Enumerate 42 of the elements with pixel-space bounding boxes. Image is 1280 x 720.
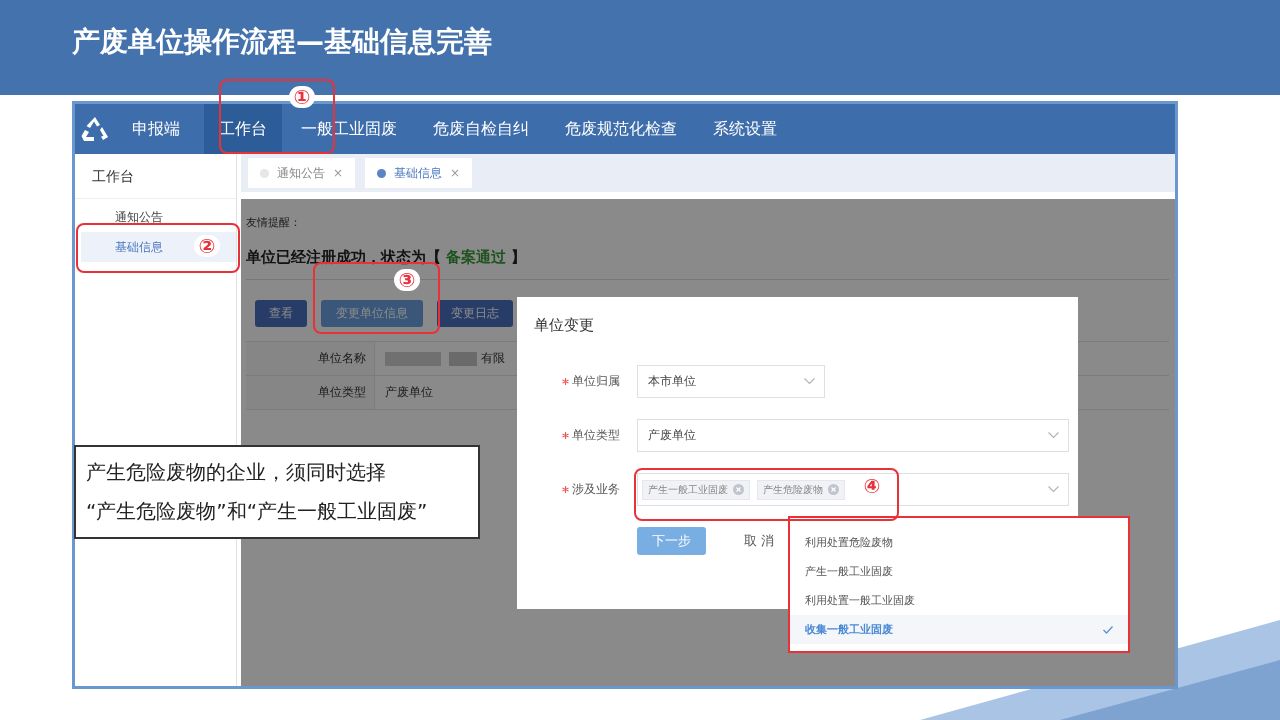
dialog-title: 单位变更	[533, 316, 595, 335]
action-button[interactable]: 变更日志	[437, 300, 513, 327]
tab-label[interactable]: 通知公告	[277, 164, 325, 182]
nav-tab[interactable]: 系统设置	[696, 104, 794, 154]
sidebar-item[interactable]: 通知公告	[81, 202, 236, 232]
table-cell: 有限	[481, 350, 505, 367]
reminder-label: 友情提醒：	[246, 215, 302, 230]
slide-title: 产废单位操作流程—基础信息完善	[72, 23, 492, 60]
remove-icon	[828, 484, 839, 495]
tag-label: 产生一般工业固废	[648, 482, 728, 497]
chevron-down-icon	[804, 378, 815, 385]
dropdown-option[interactable]: 收集一般工业固废	[790, 615, 1128, 644]
sidebar-heading: 工作台	[75, 154, 236, 199]
close-icon[interactable]: ×	[333, 166, 344, 180]
table-cell: 产废单位	[385, 384, 433, 401]
callout-text: 产生危险废物的企业，须同时选择	[86, 459, 387, 486]
tab-label[interactable]: 基础信息	[394, 164, 443, 182]
dropdown-option[interactable]: 利用处置危险废物	[790, 528, 1128, 557]
field-label: 单位类型	[572, 427, 620, 444]
nav-tab[interactable]: 危废自检自纠	[416, 104, 546, 154]
page-tab[interactable]: 基础信息 ×	[365, 158, 473, 188]
check-icon	[1103, 625, 1113, 634]
select-field[interactable]: 产废单位	[637, 419, 1069, 452]
close-icon[interactable]: ×	[450, 166, 461, 180]
cancel-button[interactable]: 取 消	[739, 527, 780, 555]
nav-tab[interactable]: 危废规范化检查	[548, 104, 694, 154]
page-tab[interactable]: 通知公告 ×	[248, 158, 356, 188]
remove-icon	[733, 484, 744, 495]
recycle-icon	[81, 116, 109, 142]
dropdown-option[interactable]: 产生一般工业固废	[790, 557, 1128, 586]
action-button[interactable]: 查看	[255, 300, 307, 327]
table-cell: 单位名称	[246, 342, 375, 375]
table-cell: 单位类型	[246, 376, 375, 409]
brand-name: 申报端	[132, 118, 180, 140]
chevron-down-icon	[1048, 432, 1059, 439]
callout-text: “产生危险废物”和“产生一般工业固废”	[86, 498, 429, 525]
field-label: 单位归属	[572, 373, 620, 390]
dropdown-option[interactable]: 利用处置一般工业固废	[790, 586, 1128, 615]
field-label: 涉及业务	[572, 481, 620, 498]
select-field[interactable]: 本市单位	[637, 365, 825, 398]
tag-label: 产生危险废物	[763, 482, 823, 497]
chevron-down-icon	[1048, 486, 1059, 493]
